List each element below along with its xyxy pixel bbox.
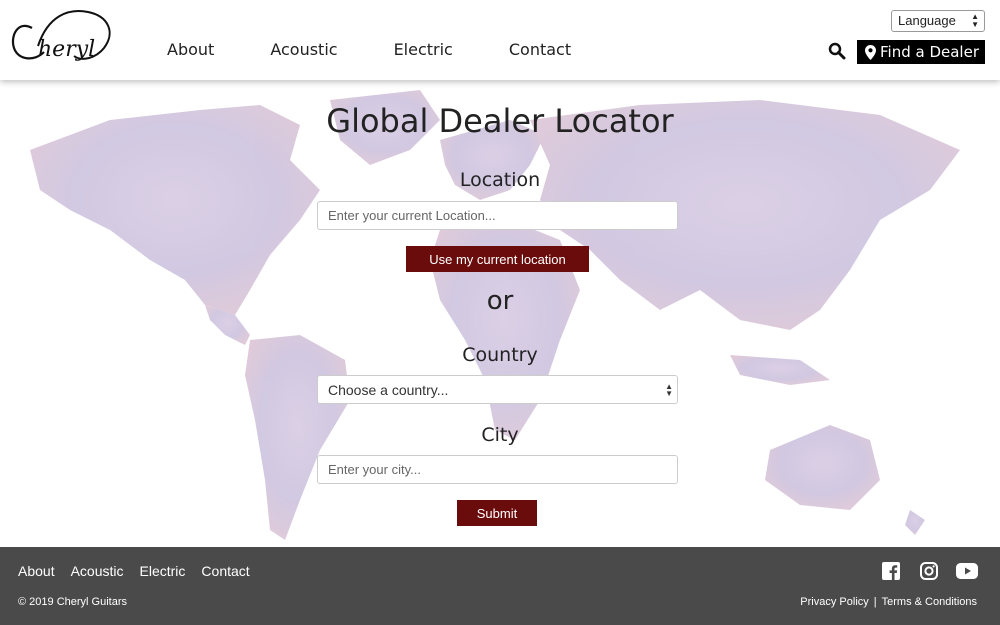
nav-about[interactable]: About <box>167 40 214 59</box>
locator-form: Global Dealer Locator Location Enter you… <box>0 80 1000 547</box>
site-header: heryl About Acoustic Electric Contact La… <box>0 0 1000 80</box>
copyright-text: © 2019 Cheryl Guitars <box>18 596 127 608</box>
country-label: Country <box>462 344 538 366</box>
location-input[interactable]: Enter your current Location... <box>317 201 678 230</box>
language-select-label: Language <box>898 13 956 28</box>
cheryl-logo[interactable]: heryl <box>8 6 116 74</box>
footer-nav-acoustic[interactable]: Acoustic <box>71 563 124 579</box>
search-icon[interactable] <box>828 42 846 60</box>
svg-text:heryl: heryl <box>38 37 95 62</box>
select-arrows-icon: ▲ ▼ <box>665 382 673 398</box>
use-current-location-button[interactable]: Use my current location <box>406 246 589 272</box>
country-select-value: Choose a country... <box>328 382 449 398</box>
nav-electric[interactable]: Electric <box>394 40 453 59</box>
facebook-icon[interactable] <box>880 561 902 581</box>
legal-separator: | <box>873 596 877 608</box>
footer-nav-contact[interactable]: Contact <box>201 563 249 579</box>
dealer-locator-section: Global Dealer Locator Location Enter you… <box>0 80 1000 547</box>
main-nav: About Acoustic Electric Contact <box>167 40 627 59</box>
nav-acoustic[interactable]: Acoustic <box>270 40 337 59</box>
page-title: Global Dealer Locator <box>326 102 674 140</box>
country-select[interactable]: Choose a country... ▲ ▼ <box>317 375 678 404</box>
submit-button[interactable]: Submit <box>457 500 537 526</box>
legal-links: Privacy Policy | Terms & Conditions <box>800 596 977 608</box>
terms-link[interactable]: Terms & Conditions <box>882 596 977 608</box>
find-dealer-button[interactable]: Find a Dealer <box>857 40 985 64</box>
location-label: Location <box>459 169 541 191</box>
select-arrows-icon: ▲ ▼ <box>971 12 979 29</box>
privacy-policy-link[interactable]: Privacy Policy <box>800 596 868 608</box>
language-select[interactable]: Language ▲ ▼ <box>891 10 985 32</box>
footer-nav-electric[interactable]: Electric <box>140 563 186 579</box>
find-dealer-label: Find a Dealer <box>880 43 979 61</box>
instagram-icon[interactable] <box>918 561 940 581</box>
social-links <box>864 561 978 581</box>
footer-nav-about[interactable]: About <box>18 563 55 579</box>
youtube-icon[interactable] <box>956 561 978 581</box>
site-footer: About Acoustic Electric Contact © 2019 C… <box>0 547 1000 625</box>
city-label: City <box>481 424 519 446</box>
or-divider: or <box>486 286 514 316</box>
nav-contact[interactable]: Contact <box>509 40 571 59</box>
city-input[interactable]: Enter your city... <box>317 455 678 484</box>
map-pin-icon <box>865 44 876 60</box>
footer-nav: About Acoustic Electric Contact <box>18 563 266 579</box>
